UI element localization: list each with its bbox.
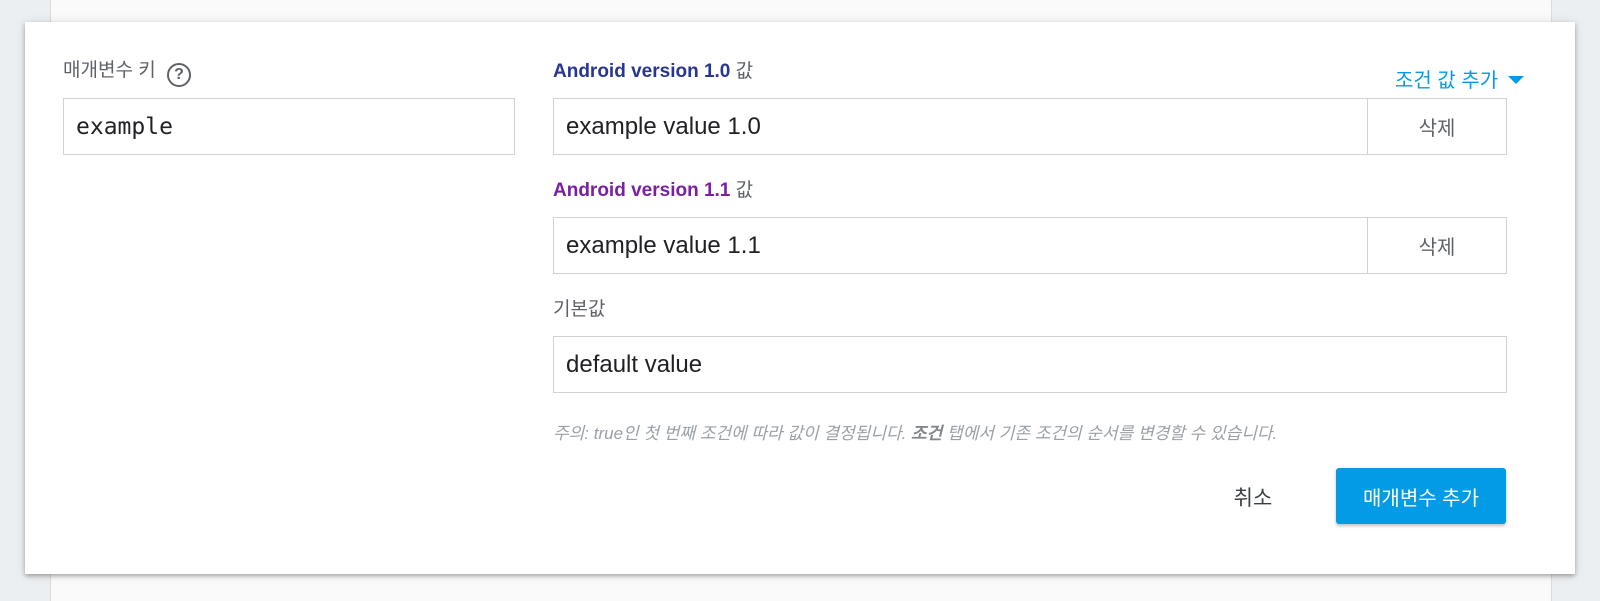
condition-2-value: example value 1.1 (566, 231, 761, 259)
condition-1-value: example value 1.0 (566, 112, 761, 140)
condition-1-suffix: 값 (735, 61, 754, 82)
param-key-label-text: 매개변수 키 (63, 60, 156, 81)
condition-2-value-input[interactable]: example value 1.1 (553, 217, 1368, 274)
condition-2-label: Android version 1.1 값 (553, 179, 753, 203)
condition-2-delete-button[interactable]: 삭제 (1368, 217, 1507, 274)
condition-2-name: Android version 1.1 (553, 180, 731, 201)
add-condition-dropdown[interactable]: 조건 값 추가 (1395, 68, 1525, 94)
help-icon[interactable]: ? (166, 63, 191, 87)
default-value-value: default value (566, 350, 703, 378)
default-value-label: 기본값 (553, 299, 606, 320)
caret-down-icon (1508, 76, 1525, 84)
param-key-label: 매개변수 키 ? (63, 59, 191, 87)
condition-order-note: 주의: true인 첫 번째 조건에 따라 값이 결정됩니다. 조건 탭에서 기… (553, 419, 1277, 444)
condition-2-suffix: 값 (735, 180, 754, 201)
add-parameter-dialog: 매개변수 키 ? example 조건 값 추가 Android version… (25, 22, 1575, 574)
condition-1-delete-button[interactable]: 삭제 (1368, 98, 1507, 155)
add-parameter-button[interactable]: 매개변수 추가 (1336, 468, 1506, 524)
condition-1-label: Android version 1.0 값 (553, 60, 753, 84)
param-key-input[interactable]: example (63, 98, 515, 155)
note-prefix: 주의: true인 첫 번째 조건에 따라 값이 결정됩니다. (553, 424, 912, 443)
add-condition-label: 조건 값 추가 (1395, 70, 1499, 92)
condition-1-name: Android version 1.0 (553, 61, 731, 82)
cancel-button[interactable]: 취소 (1210, 470, 1296, 524)
note-suffix: 탭에서 기존 조건의 순서를 변경할 수 있습니다. (942, 424, 1278, 443)
note-conditions-link: 조건 (911, 424, 943, 443)
param-key-value: example (76, 113, 173, 140)
default-value-input[interactable]: default value (553, 336, 1507, 393)
condition-1-value-input[interactable]: example value 1.0 (553, 98, 1368, 155)
